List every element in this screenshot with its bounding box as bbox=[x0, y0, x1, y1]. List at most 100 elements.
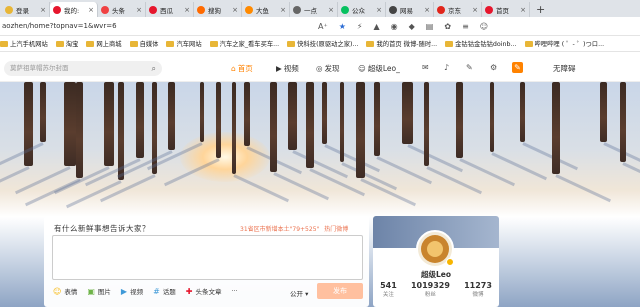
tab-label: 头条 bbox=[112, 6, 125, 15]
extension-icon[interactable]: ▲ bbox=[374, 22, 380, 31]
bookmark-item[interactable]: 快科技(原驱动之家)... bbox=[287, 39, 358, 48]
folder-icon bbox=[0, 40, 8, 47]
extension-icon[interactable]: ★ bbox=[339, 22, 346, 31]
close-icon[interactable]: × bbox=[232, 6, 238, 14]
stat-followers[interactable]: 1019329 粉丝 bbox=[411, 281, 450, 298]
visibility-select[interactable]: 公开 ▾ bbox=[290, 288, 308, 298]
tab-label: 首页 bbox=[496, 6, 509, 15]
browser-tab[interactable]: 搜狗 × bbox=[194, 2, 242, 17]
extension-icon[interactable]: ◆ bbox=[409, 22, 415, 31]
bell-icon[interactable]: ♪ bbox=[444, 63, 449, 72]
close-icon[interactable]: × bbox=[424, 6, 430, 14]
gear-icon[interactable]: ⚙ bbox=[490, 63, 497, 72]
search-input[interactable]: 莫萨祖草帽苏尔封面 ⌕ bbox=[4, 61, 162, 76]
profile-name[interactable]: 超级Leo bbox=[373, 269, 499, 280]
emoji-label: 表情 bbox=[64, 288, 78, 296]
topic-button[interactable]: # 话题 bbox=[153, 286, 176, 297]
stat-value: 11273 bbox=[464, 281, 492, 290]
edit-icon[interactable]: ✎ bbox=[466, 63, 473, 72]
tree-trunk bbox=[244, 82, 250, 146]
emoji-button[interactable]: ☺ 表情 bbox=[53, 286, 78, 297]
tab-label: 京东 bbox=[448, 6, 461, 15]
browser-tab[interactable]: 一点 × bbox=[290, 2, 338, 17]
address-bar-icons: A⁺ ★ ⚡ ▲ ◉ ◆ ▤ ✿ ≡ ☺ bbox=[318, 22, 488, 31]
tab-label: 西瓜 bbox=[160, 6, 173, 15]
search-icon[interactable]: ⌕ bbox=[152, 61, 156, 76]
extension-icon[interactable]: ✿ bbox=[444, 22, 451, 31]
more-button[interactable]: ··· bbox=[231, 287, 237, 295]
close-icon[interactable]: × bbox=[88, 6, 94, 14]
tree-trunk bbox=[374, 82, 380, 156]
hot-weibo-link[interactable]: 热门微博 bbox=[324, 226, 348, 233]
composer-textarea[interactable] bbox=[52, 235, 363, 280]
folder-icon bbox=[524, 40, 533, 47]
close-icon[interactable]: × bbox=[40, 6, 46, 14]
close-icon[interactable]: × bbox=[472, 6, 478, 14]
browser-tab[interactable]: 首页 × bbox=[482, 2, 530, 17]
browser-tab[interactable]: 公众 × bbox=[338, 2, 386, 17]
message-icon[interactable]: ✉ bbox=[422, 63, 429, 72]
tree-trunk bbox=[402, 82, 413, 144]
extension-icon[interactable]: ▤ bbox=[426, 22, 434, 31]
tab-label: 网易 bbox=[400, 6, 413, 15]
browser-tab[interactable]: 头条 × bbox=[98, 2, 146, 17]
folder-icon bbox=[445, 40, 454, 47]
bookmark-item[interactable]: 我的首页 微博-随时... bbox=[366, 39, 437, 48]
bookmark-item[interactable]: 汽车网站 bbox=[166, 39, 202, 48]
tree-trunk bbox=[64, 82, 76, 166]
tree-shadow bbox=[458, 158, 515, 187]
article-button[interactable]: ✚ 头条文章 bbox=[186, 286, 222, 297]
nav-discover[interactable]: ◎ 发现 bbox=[316, 63, 340, 74]
bookmark-item[interactable]: 网上商城 bbox=[86, 39, 122, 48]
tab-label: 一点 bbox=[304, 6, 317, 15]
tree-trunk bbox=[424, 82, 429, 166]
tab-label: 公众 bbox=[352, 6, 365, 15]
bookmark-item[interactable]: 自媒体 bbox=[129, 39, 158, 48]
extension-icon[interactable]: A⁺ bbox=[318, 22, 328, 31]
stat-following[interactable]: 541 关注 bbox=[380, 281, 397, 298]
nav-video[interactable]: ▶ 视频 bbox=[276, 63, 299, 74]
bookmark-item[interactable]: 金钴钴金钴钴doinb... bbox=[445, 39, 517, 48]
tree-shadow bbox=[622, 162, 640, 191]
bookmark-item[interactable]: 上汽手机网站 bbox=[0, 39, 48, 48]
close-icon[interactable]: × bbox=[184, 6, 190, 14]
tree-trunk bbox=[200, 82, 204, 142]
publish-button[interactable]: 发布 bbox=[317, 283, 363, 299]
nav-profile[interactable]: ☺ 超级Leo_ bbox=[358, 63, 400, 74]
bookmark-label: 上汽手机网站 bbox=[10, 41, 48, 48]
accessibility-link[interactable]: 无障碍 bbox=[553, 63, 576, 74]
extension-icon[interactable]: ⚡ bbox=[357, 22, 363, 31]
browser-tab[interactable]: 登录 × bbox=[2, 2, 50, 17]
extension-icon[interactable]: ≡ bbox=[462, 22, 469, 31]
browser-tab[interactable]: 大鱼 × bbox=[242, 2, 290, 17]
tree-trunk bbox=[136, 82, 144, 158]
nav-home[interactable]: ⌂ 首页 bbox=[231, 63, 253, 74]
lion-face-shape bbox=[427, 241, 443, 257]
new-tab-button[interactable]: + bbox=[530, 2, 551, 17]
browser-tab[interactable]: 西瓜 × bbox=[146, 2, 194, 17]
tree-trunk bbox=[168, 82, 175, 150]
extension-icon[interactable]: ◉ bbox=[391, 22, 398, 31]
url-field[interactable]: aozhen/home?topnav=1&wvr=6 bbox=[0, 22, 312, 30]
close-icon[interactable]: × bbox=[328, 6, 334, 14]
browser-tab[interactable]: 京东 × bbox=[434, 2, 482, 17]
video-icon: ▶ bbox=[276, 64, 282, 73]
stat-posts[interactable]: 11273 微博 bbox=[464, 281, 492, 298]
image-button[interactable]: ▣ 图片 bbox=[87, 286, 111, 297]
bookmark-item[interactable]: 哔哩哔哩 ( ゜- ゜)つロ... bbox=[524, 39, 604, 48]
hot-topic-link[interactable]: 31省区市新增本土"79+525" 热门微博 bbox=[240, 224, 348, 233]
hot-topic-text[interactable]: 31省区市新增本土"79+525" bbox=[240, 226, 319, 233]
browser-tab[interactable]: 网易 × bbox=[386, 2, 434, 17]
extension-icon[interactable]: ☺ bbox=[480, 22, 488, 31]
close-icon[interactable]: × bbox=[520, 6, 526, 14]
compose-icon[interactable]: ✎ bbox=[512, 62, 523, 73]
close-icon[interactable]: × bbox=[376, 6, 382, 14]
bookmark-item[interactable]: 汽车之家_看车买车... bbox=[209, 39, 280, 48]
tab-label: 搜狗 bbox=[208, 6, 221, 15]
close-icon[interactable]: × bbox=[280, 6, 286, 14]
bookmark-item[interactable]: 淘宝 bbox=[55, 39, 78, 48]
video-button[interactable]: ▶ 视频 bbox=[121, 286, 143, 297]
close-icon[interactable]: × bbox=[136, 6, 142, 14]
browser-tab[interactable]: 我的: × bbox=[50, 2, 98, 17]
bookmark-label: 汽车之家_看车买车... bbox=[219, 41, 280, 48]
